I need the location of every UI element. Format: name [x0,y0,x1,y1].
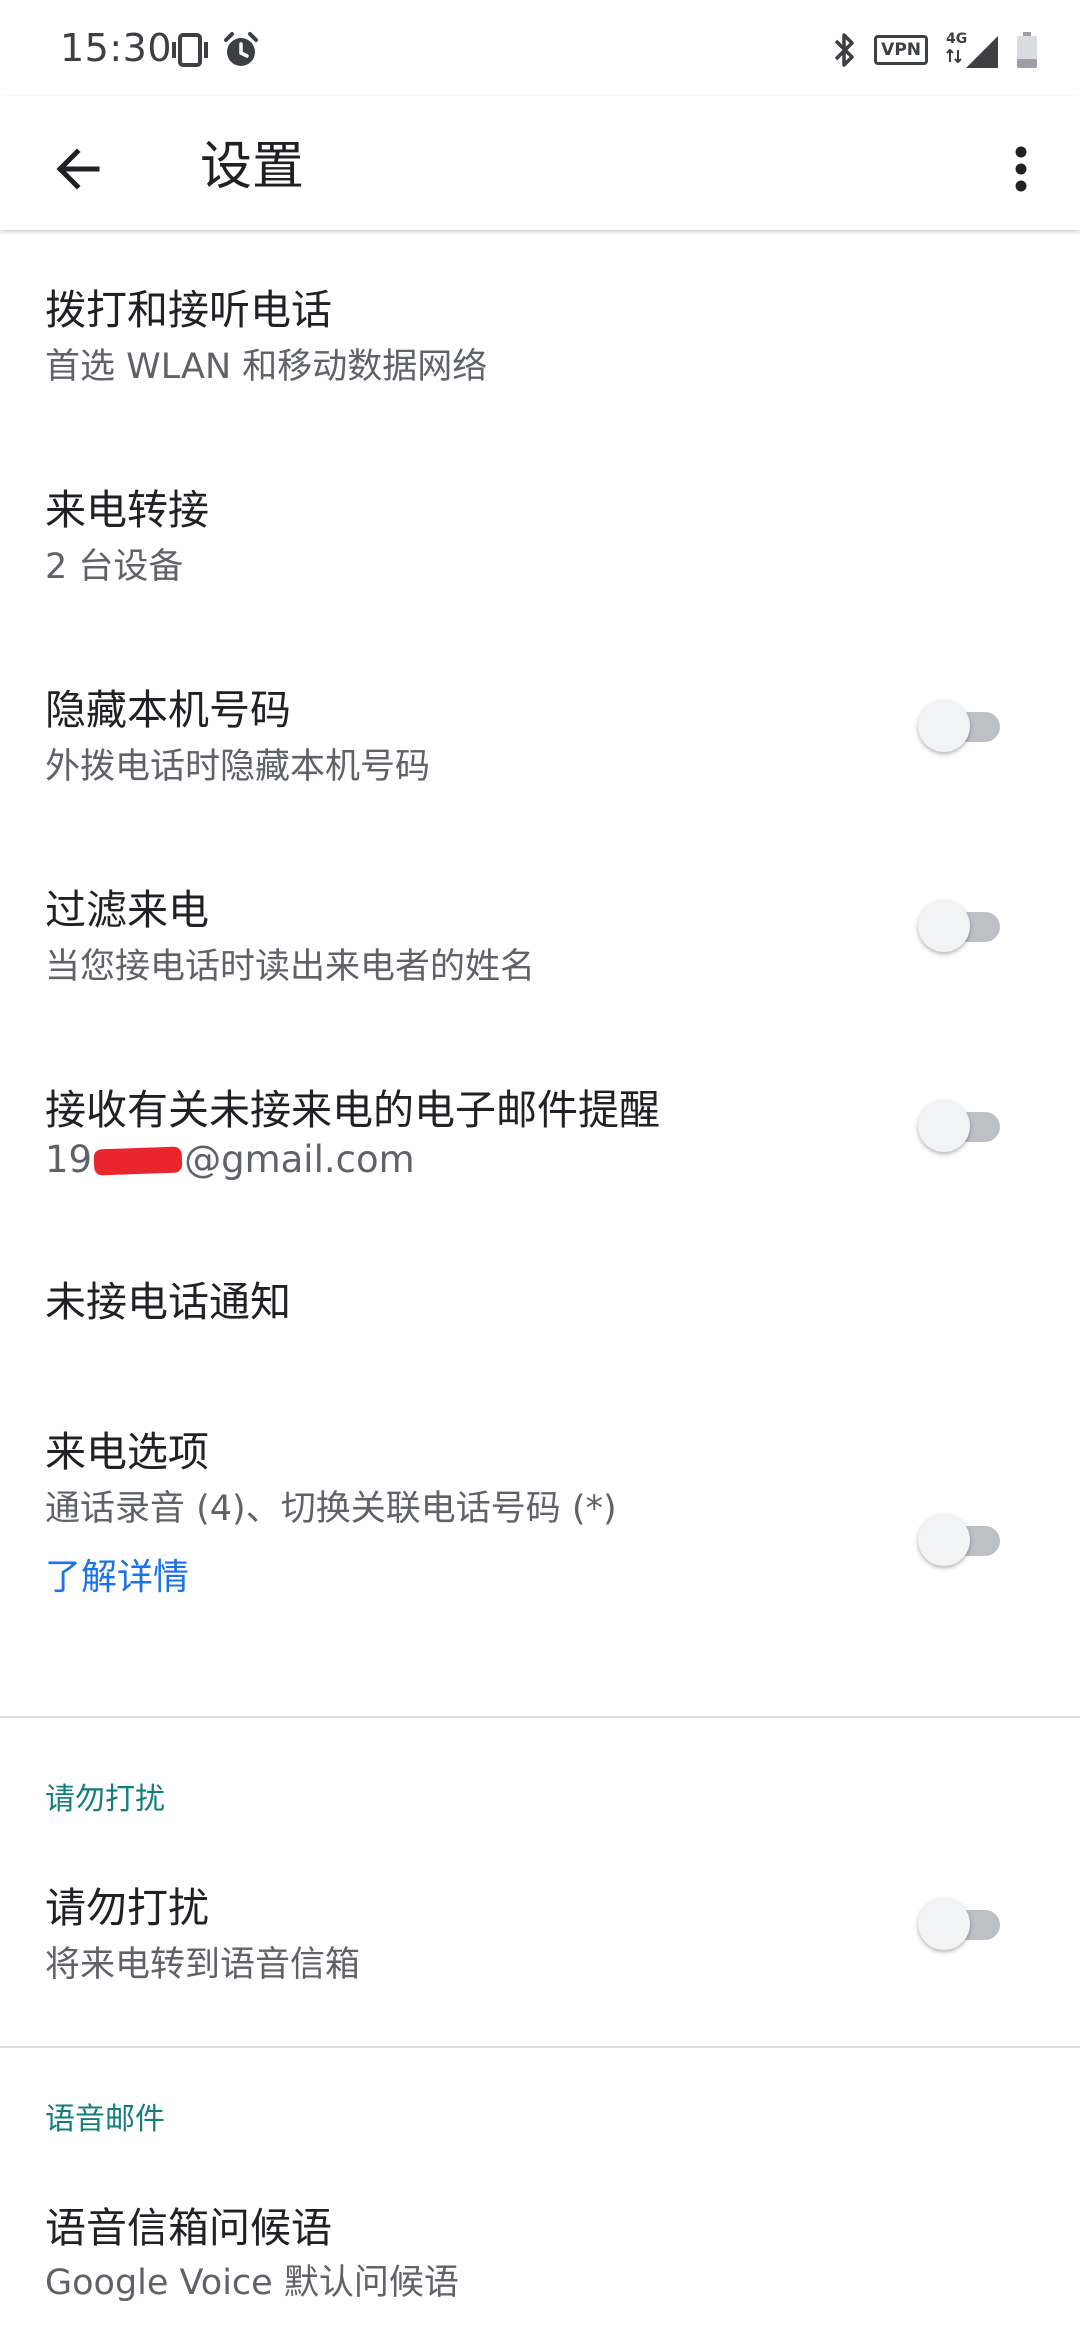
email-prefix: 19 [45,1138,93,1181]
back-button[interactable] [38,129,118,209]
redaction-mark [93,1146,183,1176]
voicemail-section-header: 语音邮件 [45,2102,165,2137]
setting-screen-calls-title: 过滤来电 [45,886,209,934]
toggle-thumb [918,1898,970,1950]
toggle-thumb [918,900,970,952]
status-bar: 15:30 VPN 4G [0,0,1080,96]
settings-list: 拨打和接听电话 首选 WLAN 和移动数据网络 来电转接 2 台设备 隐藏本机号… [0,230,1080,2346]
setting-voicemail-greeting[interactable]: 语音信箱问候语 Google Voice 默认问候语 [0,2156,1080,2346]
bluetooth-icon [834,33,854,67]
setting-incoming-options[interactable]: 来电选项 通话录音 (4)、切换关联电话号码 (*) 了解详情 [0,1366,1080,1716]
setting-incoming-options-subtitle: 通话录音 (4)、切换关联电话号码 (*) [45,1489,617,1529]
setting-missed-email-title: 接收有关未接来电的电子邮件提醒 [45,1086,660,1134]
incoming-options-toggle[interactable] [918,1514,1006,1566]
missed-email-toggle[interactable] [918,1100,1006,1152]
setting-incoming-options-title: 来电选项 [45,1428,209,1476]
section-divider [0,1716,1080,1718]
more-vert-icon [1015,146,1027,192]
toggle-thumb [918,700,970,752]
mobile-signal-icon: 4G [946,31,998,68]
vpn-icon: VPN [874,35,928,65]
toggle-thumb [918,1514,970,1566]
section-divider [0,2046,1080,2048]
arrow-back-icon [56,148,100,190]
setting-screen-calls-subtitle: 当您接电话时读出来电者的姓名 [45,947,536,987]
voicemail-section: 语音邮件 语音信箱问候语 Google Voice 默认问候语 [0,2046,1080,2346]
page-title: 设置 [200,137,305,197]
setting-dnd-title: 请勿打扰 [45,1884,209,1932]
setting-dnd-subtitle: 将来电转到语音信箱 [45,1945,361,1985]
app-bar: 设置 [0,96,1080,230]
setting-screen-calls[interactable]: 过滤来电 当您接电话时读出来电者的姓名 [0,830,1080,1030]
setting-voicemail-greeting-title: 语音信箱问候语 [45,2204,332,2252]
setting-missed-notification-title: 未接电话通知 [45,1278,291,1326]
setting-missed-email-address: 19 @gmail.com [45,1138,415,1181]
setting-calls[interactable]: 拨打和接听电话 首选 WLAN 和移动数据网络 [0,230,1080,430]
setting-forwarding-subtitle: 2 台设备 [45,547,184,587]
status-time: 15:30 [60,26,173,70]
dnd-toggle[interactable] [918,1898,1006,1950]
setting-calls-subtitle: 首选 WLAN 和移动数据网络 [45,347,488,387]
dnd-section: 请勿打扰 请勿打扰 将来电转到语音信箱 [0,1716,1080,2046]
email-suffix: @gmail.com [184,1138,415,1181]
toggle-thumb [918,1100,970,1152]
vibrate-icon [172,33,208,67]
learn-more-link[interactable]: 了解详情 [45,1548,189,1600]
alarm-icon [224,32,258,66]
more-options-button[interactable] [986,129,1056,209]
setting-calls-title: 拨打和接听电话 [45,286,332,334]
setting-forwarding-title: 来电转接 [45,486,209,534]
setting-missed-notification[interactable]: 未接电话通知 [0,1230,1080,1366]
setting-hide-number[interactable]: 隐藏本机号码 外拨电话时隐藏本机号码 [0,630,1080,830]
status-left-icons [168,30,260,70]
status-right-icons: VPN 4G [832,28,1038,72]
hide-number-toggle[interactable] [918,700,1006,752]
setting-missed-email[interactable]: 接收有关未接来电的电子邮件提醒 19 @gmail.com [0,1030,1080,1230]
battery-icon [1017,32,1037,68]
setting-forwarding[interactable]: 来电转接 2 台设备 [0,430,1080,630]
setting-dnd[interactable]: 请勿打扰 将来电转到语音信箱 [0,1836,1080,2046]
dnd-section-header: 请勿打扰 [45,1782,165,1817]
setting-voicemail-greeting-subtitle: Google Voice 默认问候语 [45,2263,459,2303]
screen-calls-toggle[interactable] [918,900,1006,952]
setting-hide-number-title: 隐藏本机号码 [45,686,291,734]
setting-hide-number-subtitle: 外拨电话时隐藏本机号码 [45,747,431,787]
network-type-label: 4G [946,31,967,47]
